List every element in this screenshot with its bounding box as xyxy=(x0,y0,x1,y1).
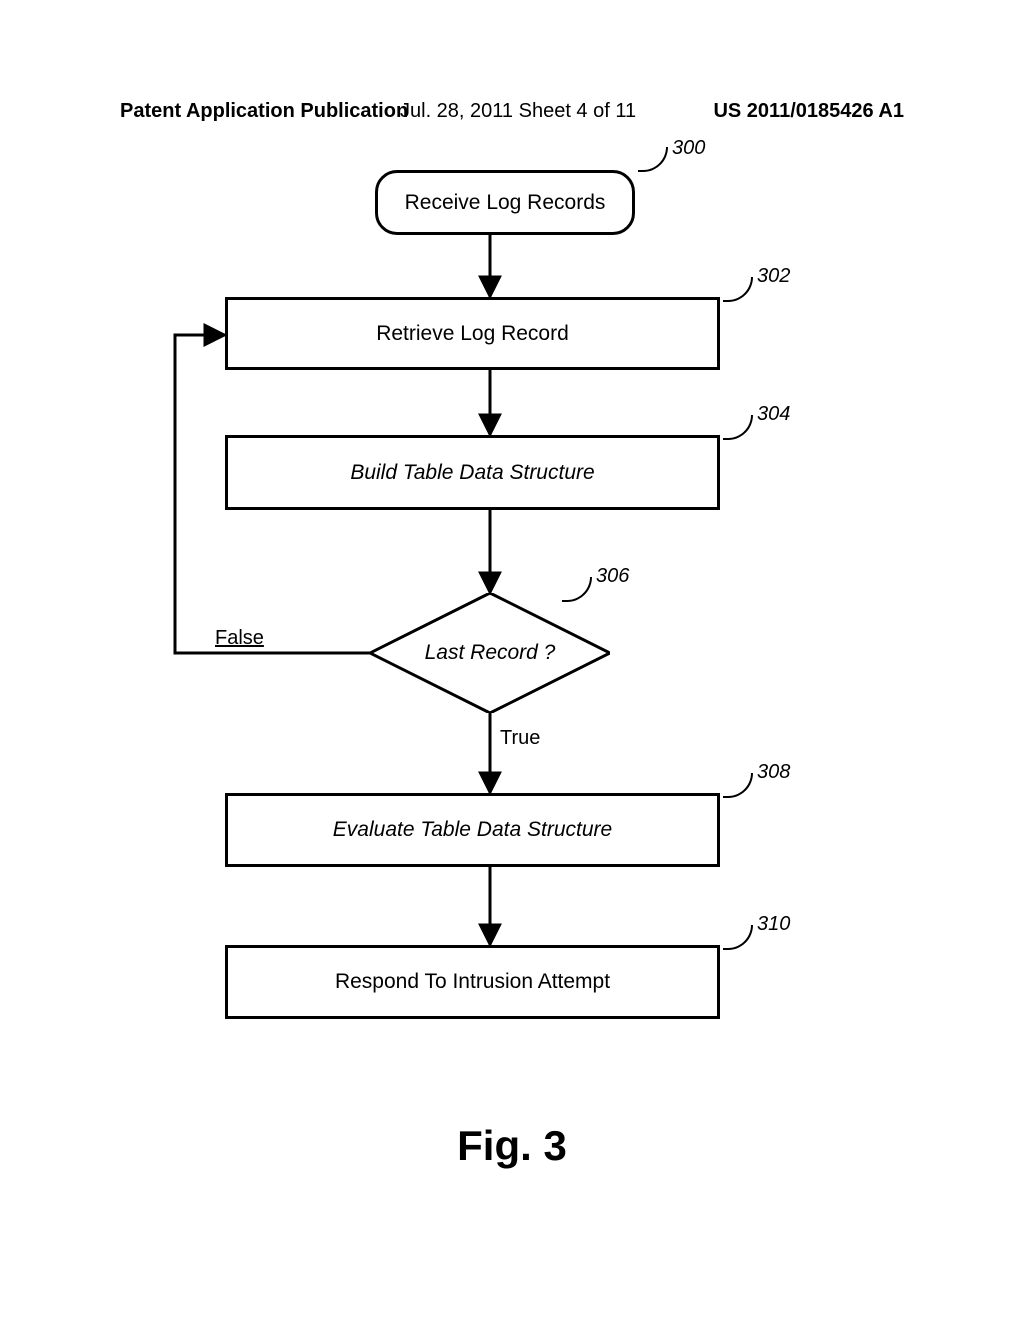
edge-label-true: True xyxy=(500,727,540,750)
step-label: Receive Log Records xyxy=(405,191,606,215)
ref-310: 310 xyxy=(757,913,790,936)
ref-302: 302 xyxy=(757,265,790,288)
ref-304: 304 xyxy=(757,403,790,426)
step-retrieve-log-record: Retrieve Log Record xyxy=(225,297,720,370)
step-receive-log-records: Receive Log Records xyxy=(375,170,635,235)
decision-label-text: Last Record ? xyxy=(425,641,556,665)
step-build-table-data-structure: Build Table Data Structure xyxy=(225,435,720,510)
decision-last-record: Last Record ? xyxy=(370,593,610,713)
header-publication: Patent Application Publication xyxy=(120,100,408,123)
step-respond-to-intrusion-attempt: Respond To Intrusion Attempt xyxy=(225,945,720,1019)
ref-300: 300 xyxy=(672,137,705,160)
step-label: Respond To Intrusion Attempt xyxy=(335,970,610,994)
edge-label-false: False xyxy=(215,627,264,650)
step-label: Build Table Data Structure xyxy=(350,461,594,485)
figure-caption: Fig. 3 xyxy=(0,1122,1024,1170)
ref-306: 306 xyxy=(596,565,629,588)
header-pubnum: US 2011/0185426 A1 xyxy=(713,100,904,123)
figure-caption-text: Fig. 3 xyxy=(457,1122,567,1169)
header-date-sheet: Jul. 28, 2011 Sheet 4 of 11 xyxy=(400,100,636,123)
ref-308: 308 xyxy=(757,761,790,784)
flowchart-fig3: Receive Log Records 300 Retrieve Log Rec… xyxy=(120,165,900,1155)
step-label: Evaluate Table Data Structure xyxy=(333,818,612,842)
step-evaluate-table-data-structure: Evaluate Table Data Structure xyxy=(225,793,720,867)
step-label: Retrieve Log Record xyxy=(376,322,569,346)
